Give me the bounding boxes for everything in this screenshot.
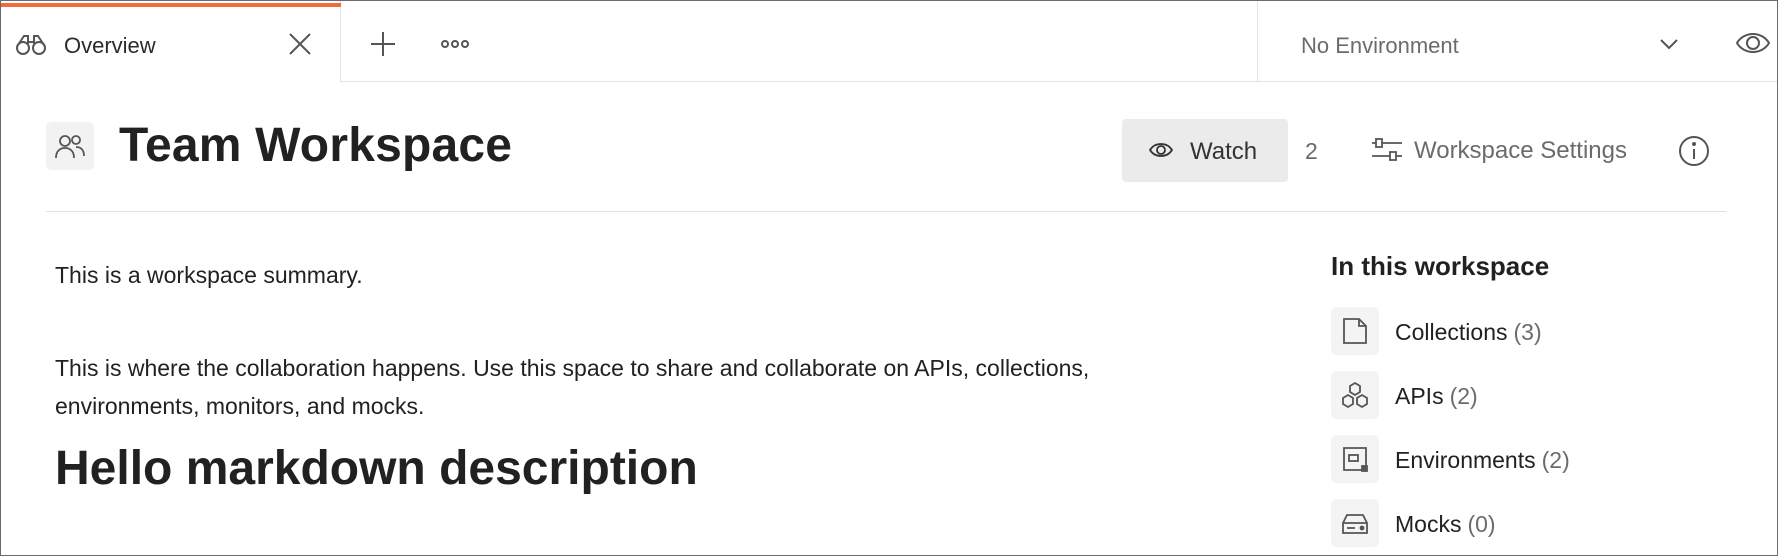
workspace-settings-label: Workspace Settings [1414, 137, 1627, 164]
tab-label: Overview [64, 33, 156, 58]
sidebar-item-count: (2) [1449, 383, 1478, 409]
plus-icon[interactable] [366, 27, 400, 61]
tab-overview[interactable]: Overview [1, 1, 341, 82]
mock-server-icon [1342, 514, 1368, 534]
sidebar-item-environments[interactable]: Environments (2) [1331, 435, 1671, 483]
eye-icon [1148, 143, 1174, 157]
watch-label: Watch [1190, 138, 1258, 165]
sidebar-item-apis[interactable]: APIs (2) [1331, 371, 1671, 419]
workspace-avatar [46, 122, 94, 170]
page-title: Team Workspace [119, 119, 513, 172]
in-workspace-title: In this workspace [1331, 251, 1550, 281]
chevron-down-icon [1660, 39, 1678, 50]
environment-icon [1343, 447, 1368, 472]
sidebar-item-label: Collections [1395, 319, 1508, 345]
active-tab-indicator [1, 3, 341, 7]
close-icon[interactable] [287, 31, 313, 57]
watch-count[interactable]: 2 [1305, 138, 1318, 165]
sidebar-item-label: Environments [1395, 447, 1536, 473]
info-icon[interactable] [1677, 134, 1711, 168]
workspace-settings-button[interactable]: Workspace Settings [1366, 130, 1646, 170]
environment-selector[interactable]: No Environment [1257, 1, 1742, 82]
sidebar-item-count: (3) [1513, 319, 1542, 345]
binoculars-icon [16, 35, 46, 55]
workspace-description: This is where the collaboration happens.… [55, 355, 1090, 419]
markdown-heading: Hello markdown description [55, 442, 698, 495]
collection-icon [1343, 318, 1367, 344]
sidebar-item-label: APIs [1395, 383, 1444, 409]
sidebar-item-mocks[interactable]: Mocks (0) [1331, 499, 1671, 547]
ellipsis-icon[interactable] [438, 27, 472, 61]
environment-quick-look-eye-icon[interactable] [1734, 25, 1772, 61]
sidebar-item-count: (0) [1467, 511, 1496, 537]
sidebar-item-count: (2) [1541, 447, 1570, 473]
sliders-icon [1372, 138, 1402, 161]
tab-bar: Overview No Environment [1, 1, 1777, 82]
api-icon [1342, 381, 1368, 409]
environment-selected-label: No Environment [1301, 33, 1459, 58]
workspace-summary: This is a workspace summary. [55, 262, 363, 288]
watch-button[interactable]: Watch [1122, 119, 1288, 182]
header-divider [46, 211, 1726, 212]
sidebar-item-collections[interactable]: Collections (3) [1331, 307, 1671, 355]
team-icon [55, 135, 85, 159]
sidebar-item-label: Mocks [1395, 511, 1462, 537]
